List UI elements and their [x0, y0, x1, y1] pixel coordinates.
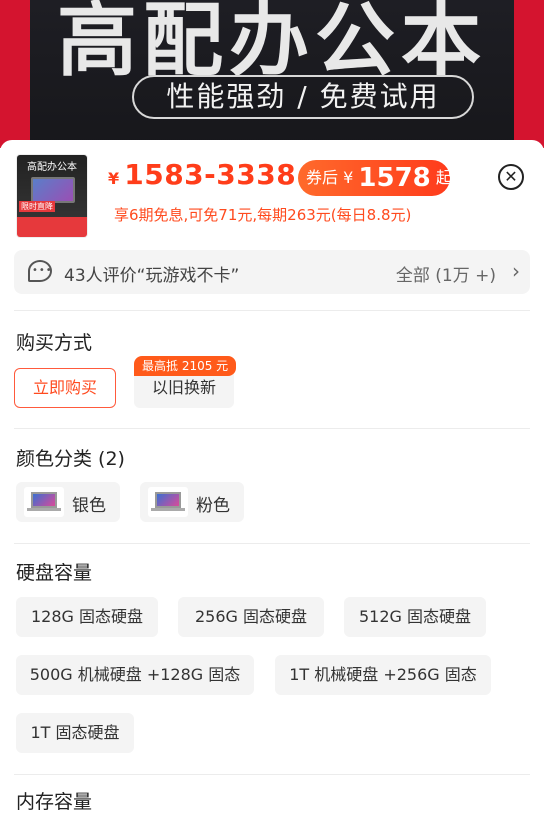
price-range: ¥ 1583-3338 — [108, 158, 296, 198]
price-range-value: 1583-3338 — [124, 158, 297, 191]
color-option-pink[interactable]: 粉色 — [140, 482, 244, 522]
storage-option[interactable]: 512G 固态硬盘 — [344, 597, 486, 637]
coupon-currency: ¥ — [343, 168, 354, 187]
storage-option[interactable]: 256G 固态硬盘 — [178, 597, 324, 637]
divider — [14, 774, 530, 775]
divider — [14, 428, 530, 429]
review-summary[interactable]: ••• 43人评价“玩游戏不卡” 全部 (1万 +) › — [14, 250, 530, 294]
review-text: 43人评价“玩游戏不卡” — [64, 266, 240, 286]
divider — [14, 310, 530, 311]
storage-title: 硬盘容量 — [16, 562, 93, 584]
chat-bubble-icon: ••• — [28, 260, 52, 282]
color-title: 颜色分类 (2) — [16, 448, 125, 470]
product-thumbnail[interactable]: 高配办公本 限时直降 — [16, 154, 88, 238]
trade-in-tag: 最高抵 2105 元 — [134, 356, 237, 376]
color-label: 银色 — [72, 496, 106, 516]
storage-option[interactable]: 128G 固态硬盘 — [16, 597, 158, 637]
sku-sheet: 高配办公本 限时直降 ¥ 1583-3338 券后 ¥ 1578 起 ✕ 享6期… — [0, 140, 544, 813]
banner-subtitle: 性能强劲 / 免费试用 — [132, 75, 474, 119]
coupon-price: 1578 — [358, 163, 431, 193]
coupon-prefix: 券后 — [306, 168, 339, 187]
color-option-silver[interactable]: 银色 — [16, 482, 120, 522]
banner-edge-right — [514, 0, 544, 148]
coupon-suffix: 起 — [435, 168, 452, 187]
banner-edge-left — [0, 0, 30, 148]
storage-option[interactable]: 1T 机械硬盘 +256G 固态 — [275, 655, 491, 695]
storage-option[interactable]: 500G 机械硬盘 +128G 固态 — [16, 655, 254, 695]
laptop-thumb-icon — [24, 487, 64, 517]
promo-banner: 高配办公本 性能强劲 / 免费试用 — [0, 0, 544, 148]
installment-info: 享6期免息,可免71元,每期263元(每日8.8元) — [114, 206, 412, 224]
divider — [14, 543, 530, 544]
storage-option[interactable]: 1T 固态硬盘 — [16, 713, 134, 753]
thumbnail-badge: 限时直降 — [19, 201, 55, 212]
laptop-image — [31, 177, 75, 203]
banner-inner: 高配办公本 性能强劲 / 免费试用 — [30, 0, 514, 148]
close-icon[interactable]: ✕ — [498, 164, 524, 190]
buy-now-option[interactable]: 立即购买 — [14, 368, 116, 408]
price-currency: ¥ — [108, 169, 120, 188]
color-label: 粉色 — [196, 496, 230, 516]
review-all-link[interactable]: 全部 (1万 +) — [396, 261, 496, 286]
laptop-thumb-icon — [148, 487, 188, 517]
coupon-price-badge: 券后 ¥ 1578 起 — [298, 160, 452, 196]
purchase-method-title: 购买方式 — [16, 332, 93, 354]
thumbnail-footer — [17, 217, 87, 237]
chevron-right-icon: › — [512, 259, 520, 283]
